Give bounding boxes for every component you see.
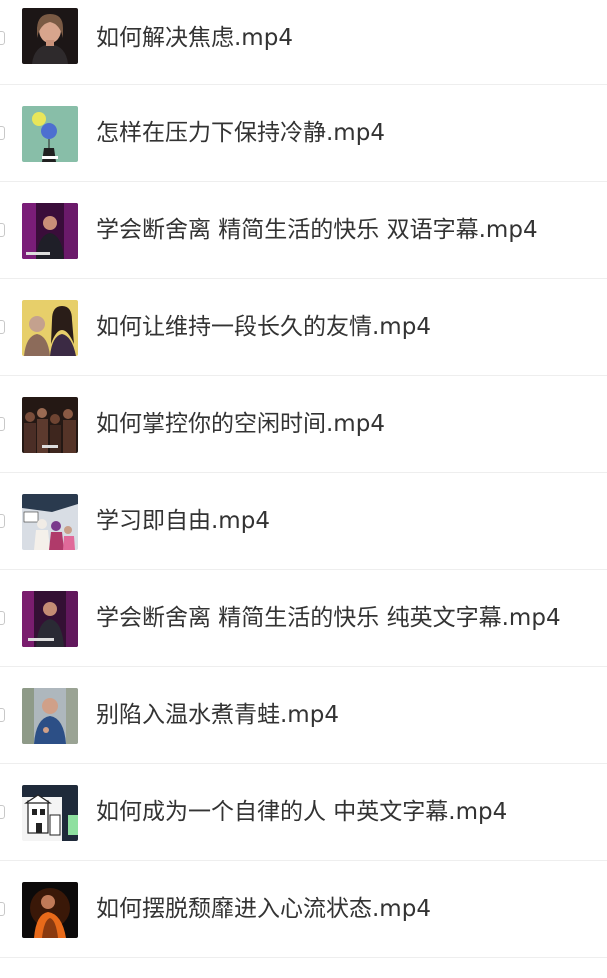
row-checkbox[interactable]: [0, 223, 5, 237]
file-name[interactable]: 别陷入温水煮青蛙.mp4: [96, 700, 339, 730]
row-checkbox[interactable]: [0, 611, 5, 625]
file-row[interactable]: 如何摆脱颓靡进入心流状态.mp4: [0, 861, 607, 958]
video-thumbnail[interactable]: [22, 203, 78, 259]
file-row[interactable]: 学习即自由.mp4: [0, 473, 607, 570]
file-name[interactable]: 如何让维持一段长久的友情.mp4: [96, 312, 431, 342]
video-thumbnail[interactable]: [22, 882, 78, 938]
video-thumbnail[interactable]: [22, 785, 78, 841]
file-name[interactable]: 学习即自由.mp4: [96, 506, 270, 536]
speaker-stage-thumbnail: [22, 591, 78, 647]
video-thumbnail[interactable]: [22, 106, 78, 162]
file-row[interactable]: 如何解决焦虑.mp4: [0, 0, 607, 85]
video-thumbnail[interactable]: [22, 8, 78, 64]
video-thumbnail[interactable]: [22, 300, 78, 356]
file-name[interactable]: 如何掌控你的空闲时间.mp4: [96, 409, 385, 439]
speaker-orange-light-thumbnail: [22, 882, 78, 938]
file-row[interactable]: 如何让维持一段长久的友情.mp4: [0, 279, 607, 376]
cartoon-balloon-thumbnail: [22, 106, 78, 162]
file-name[interactable]: 学会断舍离 精简生活的快乐 双语字幕.mp4: [96, 215, 538, 245]
file-name[interactable]: 学会断舍离 精简生活的快乐 纯英文字幕.mp4: [96, 603, 561, 633]
row-checkbox[interactable]: [0, 708, 5, 722]
file-row[interactable]: 学会断舍离 精简生活的快乐 双语字幕.mp4: [0, 182, 607, 279]
video-thumbnail[interactable]: [22, 397, 78, 453]
file-name[interactable]: 如何解决焦虑.mp4: [96, 23, 293, 53]
file-name[interactable]: 如何摆脱颓靡进入心流状态.mp4: [96, 894, 431, 924]
file-name[interactable]: 怎样在压力下保持冷静.mp4: [96, 118, 385, 148]
video-thumbnail[interactable]: [22, 494, 78, 550]
speaker-stage-thumbnail: [22, 203, 78, 259]
row-checkbox[interactable]: [0, 126, 5, 140]
crowd-scene-thumbnail: [22, 397, 78, 453]
row-checkbox[interactable]: [0, 417, 5, 431]
file-row[interactable]: 如何掌控你的空闲时间.mp4: [0, 376, 607, 473]
video-thumbnail[interactable]: [22, 688, 78, 744]
row-checkbox[interactable]: [0, 514, 5, 528]
woman-portrait-thumbnail: [22, 8, 78, 64]
women-headscarves-thumbnail: [22, 494, 78, 550]
file-row[interactable]: 如何成为一个自律的人 中英文字幕.mp4: [0, 764, 607, 861]
two-women-thumbnail: [22, 300, 78, 356]
man-outdoors-thumbnail: [22, 688, 78, 744]
row-checkbox[interactable]: [0, 320, 5, 334]
row-checkbox[interactable]: [0, 805, 5, 819]
row-checkbox[interactable]: [0, 902, 5, 916]
file-list: 如何解决焦虑.mp4 怎样在压力下保持冷静.mp4 学会断舍离 精简生活的快乐 …: [0, 0, 607, 958]
file-name[interactable]: 如何成为一个自律的人 中英文字幕.mp4: [96, 797, 507, 827]
file-row[interactable]: 学会断舍离 精简生活的快乐 纯英文字幕.mp4: [0, 570, 607, 667]
building-illustration-thumbnail: [22, 785, 78, 841]
video-thumbnail[interactable]: [22, 591, 78, 647]
file-row[interactable]: 怎样在压力下保持冷静.mp4: [0, 85, 607, 182]
row-checkbox[interactable]: [0, 31, 5, 45]
file-row[interactable]: 别陷入温水煮青蛙.mp4: [0, 667, 607, 764]
